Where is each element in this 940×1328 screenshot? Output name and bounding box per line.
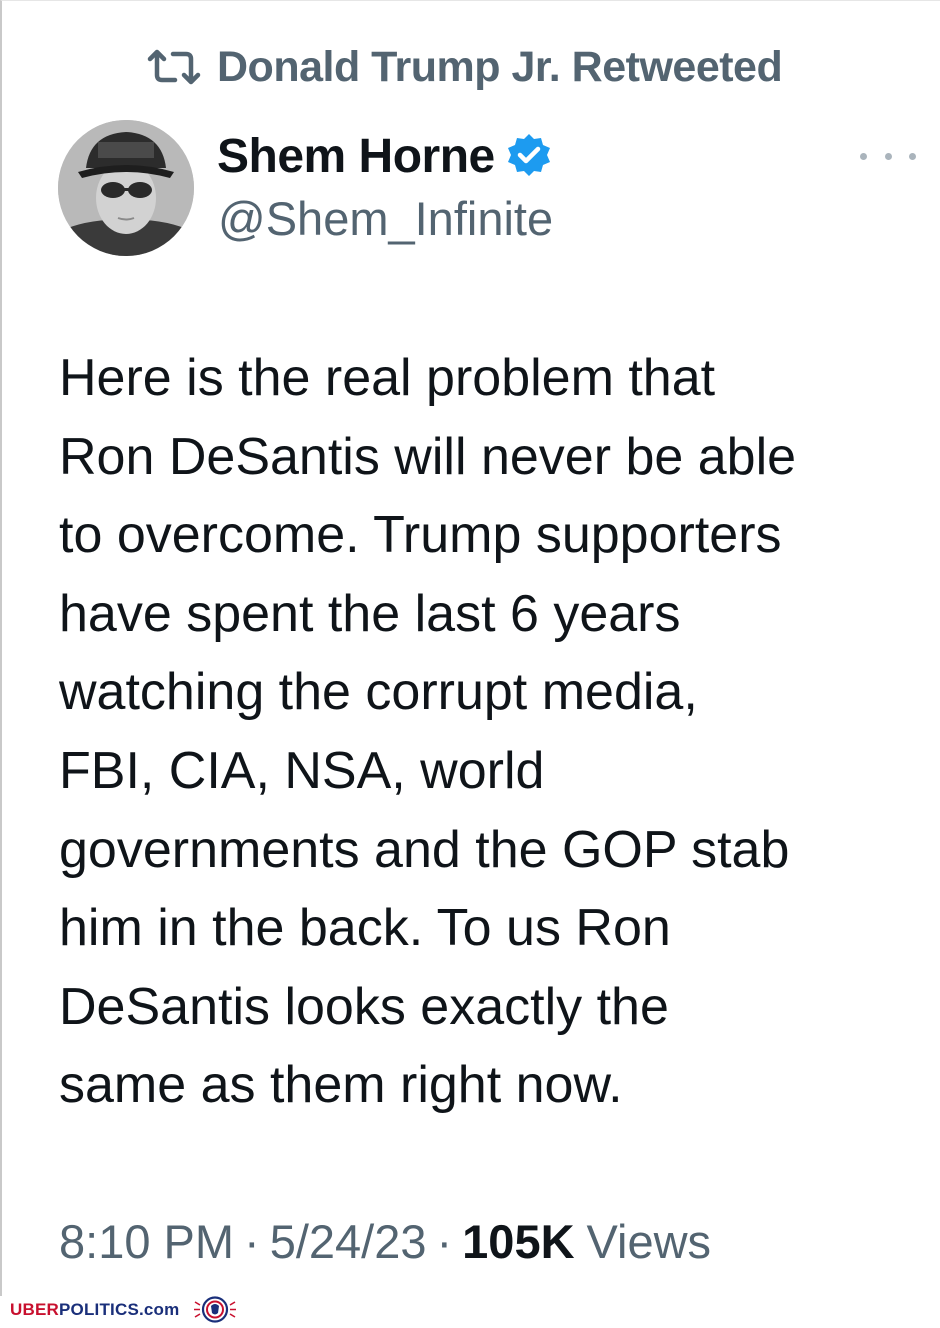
tweet-date[interactable]: 5/24/23 — [270, 1214, 427, 1269]
tweet-text-line: him in the back. To us Ron — [59, 899, 671, 958]
author-display-name[interactable]: Shem Horne — [217, 129, 495, 184]
meta-separator: · — [244, 1214, 260, 1268]
watermark-part1: UBER — [10, 1300, 59, 1319]
more-dot-icon — [884, 152, 892, 160]
tweet-text-line: same as them right now. — [59, 1056, 623, 1115]
watermark-text: UBERPOLITICS.com — [10, 1300, 179, 1320]
tweet-text-line: governments and the GOP stab — [59, 820, 790, 879]
watermark-logo-icon — [192, 1296, 238, 1323]
tweet-text-line: Ron DeSantis will never be able — [59, 427, 797, 486]
tweet-meta: 8:10 PM · 5/24/23 · 105K Views — [59, 1209, 711, 1273]
more-dot-icon — [909, 152, 916, 160]
more-dot-icon — [860, 152, 867, 160]
tweet-text-line: Here is the real problem that — [59, 349, 716, 407]
views-count[interactable]: 105K — [462, 1214, 574, 1269]
retweet-label: Donald Trump Jr. Retweeted — [217, 42, 783, 91]
views-label: Views — [586, 1214, 712, 1268]
author-handle[interactable]: @Shem_Infinite — [218, 191, 553, 246]
tweet-card: Donald Trump Jr. Retweeted Shem Horne @S… — [0, 0, 940, 1296]
watermark-footer: UBERPOLITICS.com — [0, 1296, 940, 1323]
watermark-part2: POLITICS.com — [58, 1300, 180, 1319]
more-options-button[interactable] — [860, 141, 916, 171]
retweet-icon — [145, 47, 203, 87]
author-name-row[interactable]: Shem Horne — [217, 125, 553, 187]
verified-badge-icon — [505, 132, 553, 180]
tweet-text-line: to overcome. Trump supporters — [59, 506, 782, 565]
retweet-context[interactable]: Donald Trump Jr. Retweeted — [145, 41, 783, 93]
tweet-text-line: FBI, CIA, NSA, world — [59, 741, 545, 800]
meta-separator: · — [436, 1214, 453, 1268]
tweet-text-line: watching the corrupt media, — [59, 663, 698, 722]
tweet-text-line: have spent the last 6 years — [59, 584, 681, 643]
tweet-time[interactable]: 8:10 PM — [59, 1214, 234, 1269]
tweet-text-line: DeSantis looks exactly the — [59, 977, 669, 1036]
avatar[interactable] — [58, 120, 194, 256]
tweet-text: Here is the real problem that Ron DeSant… — [59, 339, 929, 1125]
